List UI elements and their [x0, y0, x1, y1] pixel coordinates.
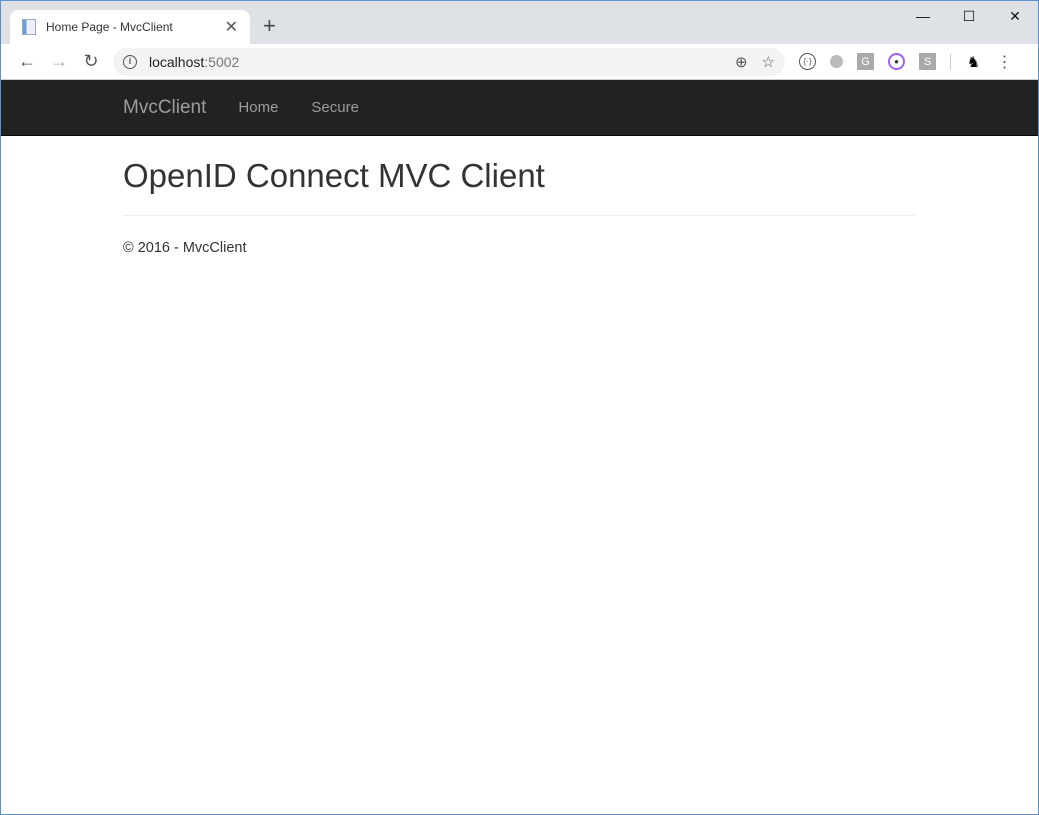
nav-secure[interactable]: Secure — [311, 99, 359, 116]
extension-target-icon[interactable]: ● — [888, 53, 905, 70]
extension-circle-icon[interactable] — [830, 55, 843, 68]
site-navbar: MvcClient Home Secure — [1, 80, 1038, 136]
page-title: OpenID Connect MVC Client — [123, 157, 545, 194]
tab-strip: Home Page - MvcClient ✕ + — ☐ ✕ — [1, 1, 1038, 44]
url-host: localhost — [149, 53, 205, 70]
star-icon[interactable]: ☆ — [762, 53, 775, 71]
close-tab-icon[interactable]: ✕ — [225, 17, 238, 37]
reload-icon[interactable]: ↻ — [75, 51, 107, 72]
extension-s-icon[interactable]: S — [919, 53, 936, 70]
close-window-icon[interactable]: ✕ — [992, 1, 1038, 31]
extension-g-icon[interactable]: G — [857, 53, 874, 70]
new-tab-icon[interactable]: + — [263, 13, 276, 39]
url-port: :5002 — [204, 53, 240, 70]
tab-title: Home Page - MvcClient — [46, 20, 173, 34]
page-favicon-icon — [22, 19, 36, 35]
back-icon[interactable]: ← — [11, 51, 43, 72]
profile-avatar-icon[interactable]: ♞ — [965, 53, 982, 71]
divider — [123, 215, 915, 216]
address-bar[interactable]: i localhost:5002 ⊕ ☆ — [113, 47, 785, 76]
nav-home[interactable]: Home — [238, 99, 278, 116]
browser-tab[interactable]: Home Page - MvcClient ✕ — [10, 10, 250, 44]
browser-toolbar: ← → ↻ i localhost:5002 ⊕ ☆ {·} G ● S ♞ ⋮ — [1, 44, 1038, 80]
zoom-icon[interactable]: ⊕ — [735, 53, 748, 71]
extension-braces-icon[interactable]: {·} — [799, 53, 816, 70]
footer-text: © 2016 - MvcClient — [123, 240, 247, 256]
info-icon[interactable]: i — [123, 54, 137, 69]
menu-icon[interactable]: ⋮ — [996, 53, 1013, 71]
minimize-icon[interactable]: — — [900, 1, 946, 31]
maximize-icon[interactable]: ☐ — [946, 1, 992, 31]
divider — [950, 53, 951, 70]
forward-icon[interactable]: → — [43, 51, 75, 72]
navbar-brand[interactable]: MvcClient — [123, 97, 206, 119]
